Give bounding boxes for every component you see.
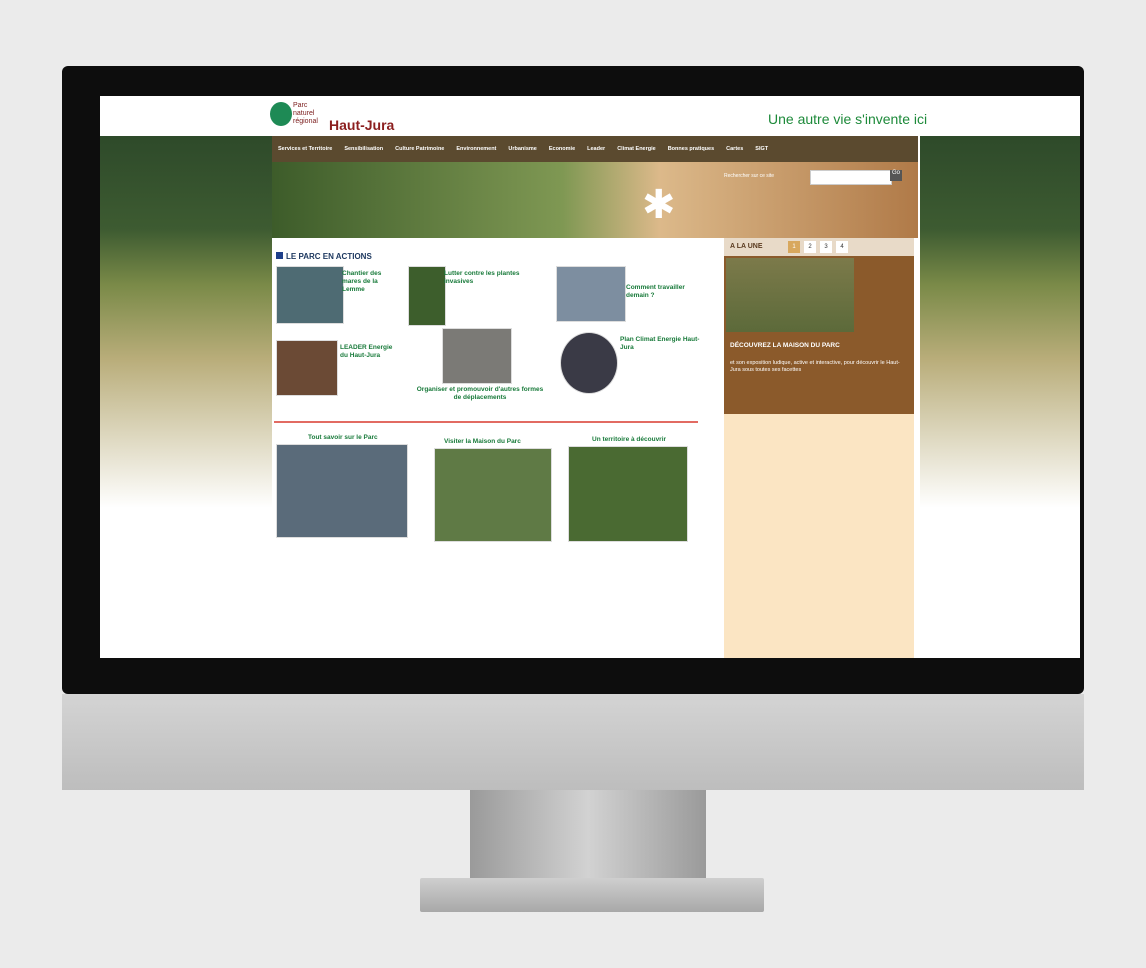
thumb-tout-savoir[interactable] (276, 444, 408, 538)
nav-item[interactable]: Leader (581, 146, 611, 152)
nav-item[interactable]: Environnement (450, 146, 502, 152)
site-header: Parc naturel régional Haut-Jura Une autr… (100, 96, 1080, 136)
park-logo-icon[interactable] (270, 102, 292, 126)
thumb-climat[interactable] (560, 332, 618, 394)
logo-name[interactable]: Haut-Jura (329, 117, 394, 133)
banner: ✱ Rechercher sur ce site Go (272, 162, 918, 238)
thumb-deplacements[interactable] (442, 328, 512, 384)
action-link[interactable]: Plan Climat Energie Haut-Jura (620, 336, 700, 352)
thumb-territoire[interactable] (568, 446, 688, 542)
action-link[interactable]: LEADER Energie du Haut-Jura (340, 344, 400, 360)
featured-image[interactable] (726, 258, 854, 332)
search-label: Rechercher sur ce site (724, 173, 775, 179)
sidebar: A LA UNE 1 2 3 4 DÉCOUVREZ LA MAISON DU … (724, 238, 914, 658)
section-title: LE PARC EN ACTIONS (276, 252, 372, 261)
thumb-mares[interactable] (276, 266, 344, 324)
nav-item[interactable]: Cartes (720, 146, 749, 152)
tagline: Une autre vie s'invente ici (768, 111, 928, 127)
action-link[interactable]: Organiser et promouvoir d'autres formes … (416, 386, 544, 402)
thumb-plantes[interactable] (408, 266, 446, 326)
featured-title[interactable]: DÉCOUVREZ LA MAISON DU PARC (730, 342, 840, 349)
bottom-link[interactable]: Tout savoir sur le Parc (308, 434, 378, 441)
nav-item[interactable]: SIGT (749, 146, 774, 152)
featured-text: et son exposition ludique, active et int… (730, 360, 900, 373)
thumb-leader[interactable] (276, 340, 338, 396)
page-button[interactable]: 1 (788, 241, 800, 253)
background-landscape-left (100, 136, 272, 508)
logo-text: Parc naturel régional (293, 102, 318, 126)
a-la-une-bar: A LA UNE 1 2 3 4 (724, 238, 914, 256)
search-button[interactable]: Go (890, 170, 902, 181)
action-link[interactable]: Chantier des mares de la Lemme (342, 270, 392, 294)
monitor-stand (470, 790, 706, 880)
thumb-maison-parc[interactable] (434, 448, 552, 542)
featured-card[interactable]: DÉCOUVREZ LA MAISON DU PARC et son expos… (724, 256, 914, 414)
bottom-link[interactable]: Un territoire à découvrir (592, 436, 666, 443)
page-button[interactable]: 2 (804, 241, 816, 253)
monitor-chin (62, 694, 1084, 790)
star-decoration-icon: ✱ (642, 183, 676, 227)
a-la-une-label: A LA UNE (730, 243, 763, 250)
monitor-base (420, 878, 764, 912)
page-button[interactable]: 3 (820, 241, 832, 253)
background-landscape-right (920, 136, 1080, 508)
thumb-travailler[interactable] (556, 266, 626, 322)
logo-line1: Parc (293, 102, 308, 109)
site-content: Services et Territoire Sensibilisation C… (272, 136, 918, 658)
logo-line3: régional (293, 118, 318, 125)
nav-item[interactable]: Services et Territoire (272, 146, 338, 152)
action-link[interactable]: Lutter contre les plantes invasives (444, 270, 544, 286)
nav-item[interactable]: Economie (543, 146, 581, 152)
divider (274, 421, 698, 423)
nav-item[interactable]: Urbanisme (502, 146, 542, 152)
nav-item[interactable]: Climat Energie (611, 146, 662, 152)
main-navigation: Services et Territoire Sensibilisation C… (272, 136, 918, 162)
logo-line2: naturel (293, 110, 315, 117)
nav-item[interactable]: Bonnes pratiques (662, 146, 720, 152)
nav-item[interactable]: Culture Patrimoine (389, 146, 450, 152)
page-button[interactable]: 4 (836, 241, 848, 253)
action-link[interactable]: Comment travailler demain ? (626, 284, 696, 300)
bottom-link[interactable]: Visiter la Maison du Parc (444, 438, 521, 445)
square-bullet-icon (276, 252, 283, 259)
search-input[interactable] (810, 170, 892, 185)
screen: Parc naturel régional Haut-Jura Une autr… (100, 96, 1080, 658)
section-title-text: LE PARC EN ACTIONS (286, 252, 372, 261)
nav-item[interactable]: Sensibilisation (338, 146, 389, 152)
